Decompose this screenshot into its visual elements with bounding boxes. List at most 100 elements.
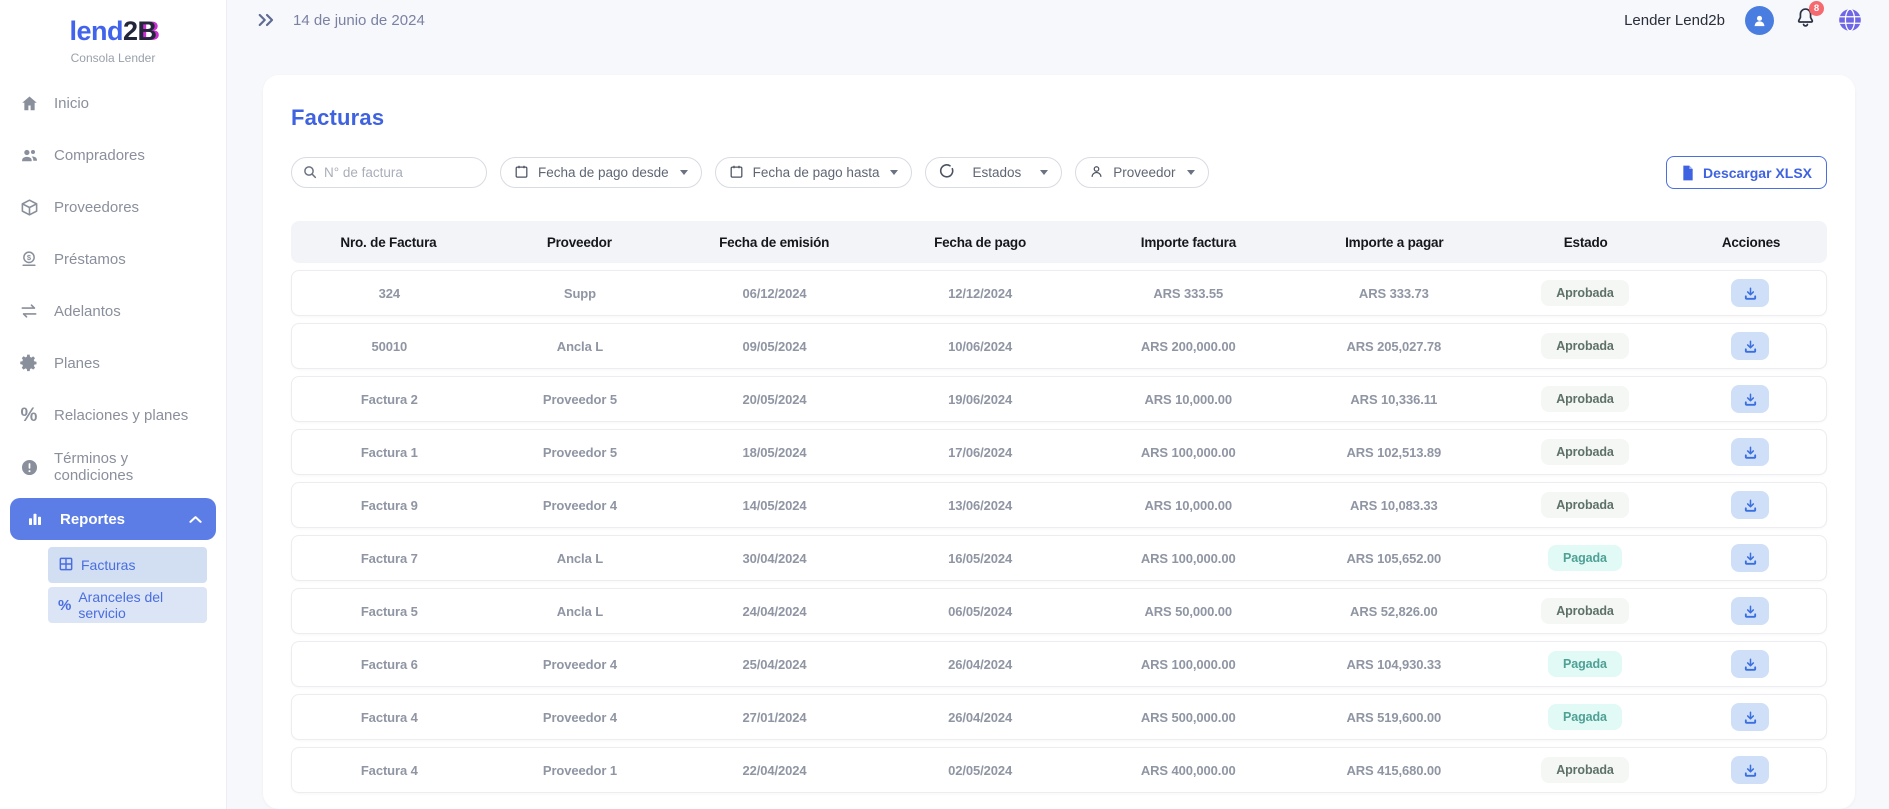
download-row-button[interactable] [1731, 544, 1769, 572]
language-button[interactable] [1837, 7, 1863, 33]
filter-provider[interactable]: Proveedor [1075, 157, 1208, 188]
table-row: Factura 4 Proveedor 4 27/01/2024 26/04/2… [291, 694, 1827, 740]
table-row: Factura 7 Ancla L 30/04/2024 16/05/2024 … [291, 535, 1827, 581]
filter-states[interactable]: Estados [925, 157, 1062, 188]
status-badge: Pagada [1548, 651, 1622, 677]
download-row-button[interactable] [1731, 438, 1769, 466]
page-title: Facturas [291, 105, 1827, 131]
sidebar-item-terminos[interactable]: Términos y condiciones [0, 441, 226, 493]
reportes-submenu: Facturas % Aranceles del servicio [0, 547, 226, 623]
sidebar-item-label: Reportes [60, 511, 125, 528]
cell-payment-date: 16/05/2024 [876, 551, 1085, 566]
submenu-item-aranceles[interactable]: % Aranceles del servicio [48, 587, 207, 623]
download-icon [1743, 498, 1758, 513]
download-row-button[interactable] [1731, 703, 1769, 731]
status-badge: Pagada [1548, 704, 1622, 730]
download-row-button[interactable] [1731, 332, 1769, 360]
user-name: Lender Lend2b [1624, 12, 1725, 29]
col-header: Fecha de emisión [673, 235, 876, 250]
search-input[interactable] [291, 157, 487, 188]
table-row: Factura 1 Proveedor 5 18/05/2024 17/06/2… [291, 429, 1827, 475]
cell-issue-date: 27/01/2024 [673, 710, 876, 725]
home-icon [18, 92, 40, 114]
table-row: Factura 4 Proveedor 1 22/04/2024 02/05/2… [291, 747, 1827, 793]
download-row-button[interactable] [1731, 597, 1769, 625]
cell-payment-date: 17/06/2024 [876, 445, 1085, 460]
cell-invoice-number: Factura 5 [292, 604, 487, 619]
cell-payable-amount: ARS 10,083.33 [1292, 498, 1496, 513]
cell-issue-date: 30/04/2024 [673, 551, 876, 566]
cell-payable-amount: ARS 104,930.33 [1292, 657, 1496, 672]
caret-down-icon [1187, 170, 1195, 175]
table-row: Factura 6 Proveedor 4 25/04/2024 26/04/2… [291, 641, 1827, 687]
cell-issue-date: 06/12/2024 [673, 286, 876, 301]
sidebar-item-compradores[interactable]: Compradores [0, 129, 226, 181]
cell-issue-date: 09/05/2024 [673, 339, 876, 354]
table-row: Factura 2 Proveedor 5 20/05/2024 19/06/2… [291, 376, 1827, 422]
sidebar-item-label: Planes [54, 355, 100, 372]
caret-down-icon [680, 170, 688, 175]
svg-text:$: $ [27, 253, 32, 262]
sidebar-item-planes[interactable]: Planes [0, 337, 226, 389]
download-icon [1743, 710, 1758, 725]
search-icon [302, 164, 318, 185]
cell-payment-date: 26/04/2024 [876, 710, 1085, 725]
gear-icon [18, 352, 40, 374]
sidebar-item-proveedores[interactable]: Proveedores [0, 181, 226, 233]
download-icon [1743, 286, 1758, 301]
person-icon [1089, 164, 1104, 182]
cell-payable-amount: ARS 52,826.00 [1292, 604, 1496, 619]
download-row-button[interactable] [1731, 279, 1769, 307]
caret-down-icon [1040, 170, 1048, 175]
brand-b: B [138, 16, 157, 46]
download-row-button[interactable] [1731, 650, 1769, 678]
sidebar-item-reportes[interactable]: Reportes [10, 498, 216, 540]
cell-invoice-number: Factura 4 [292, 763, 487, 778]
download-row-button[interactable] [1731, 491, 1769, 519]
globe-icon [1837, 7, 1863, 33]
filter-date-from[interactable]: Fecha de pago desde [500, 157, 702, 188]
download-row-button[interactable] [1731, 385, 1769, 413]
download-row-button[interactable] [1731, 756, 1769, 784]
status-circle-icon [939, 163, 955, 182]
sidebar-item-adelantos[interactable]: Adelantos [0, 285, 226, 337]
cell-invoice-amount: ARS 100,000.00 [1084, 657, 1292, 672]
cell-invoice-number: 324 [292, 286, 487, 301]
notification-badge: 8 [1809, 1, 1824, 16]
cell-invoice-number: Factura 6 [292, 657, 487, 672]
cell-invoice-amount: ARS 10,000.00 [1084, 498, 1292, 513]
topbar: 14 de junio de 2024 Lender Lend2b 8 [227, 0, 1889, 40]
status-badge: Aprobada [1541, 280, 1629, 306]
sidebar-item-inicio[interactable]: Inicio [0, 77, 226, 129]
sidebar-item-prestamos[interactable]: $ Préstamos [0, 233, 226, 285]
user-avatar[interactable] [1745, 6, 1774, 35]
download-xlsx-button[interactable]: Descargar XLSX [1666, 156, 1827, 189]
status-badge: Aprobada [1541, 386, 1629, 412]
cell-payable-amount: ARS 102,513.89 [1292, 445, 1496, 460]
col-header: Fecha de pago [876, 235, 1085, 250]
cell-invoice-amount: ARS 400,000.00 [1084, 763, 1292, 778]
sidebar-item-label: Préstamos [54, 251, 126, 268]
swap-arrows-icon [18, 300, 40, 322]
notifications-button[interactable]: 8 [1794, 6, 1817, 34]
table-header-row: Nro. de Factura Proveedor Fecha de emisi… [291, 221, 1827, 263]
download-icon [1743, 392, 1758, 407]
main-column: 14 de junio de 2024 Lender Lend2b 8 Fact… [227, 0, 1889, 809]
submenu-item-facturas[interactable]: Facturas [48, 547, 207, 583]
brand-wordmark: lend2B [0, 18, 226, 45]
current-date: 14 de junio de 2024 [293, 12, 425, 29]
col-header: Estado [1496, 235, 1675, 250]
cell-provider: Supp [487, 286, 674, 301]
sidebar-expand-icon[interactable] [257, 12, 277, 28]
filter-bar: Fecha de pago desde Fecha de pago hasta … [291, 156, 1827, 189]
cell-provider: Proveedor 5 [487, 445, 674, 460]
coin-icon: $ [18, 248, 40, 270]
cell-payable-amount: ARS 415,680.00 [1292, 763, 1496, 778]
cell-invoice-number: Factura 2 [292, 392, 487, 407]
cell-provider: Ancla L [487, 551, 674, 566]
cell-invoice-amount: ARS 100,000.00 [1084, 551, 1292, 566]
filter-date-to[interactable]: Fecha de pago hasta [715, 157, 913, 188]
sidebar-item-relaciones[interactable]: % Relaciones y planes [0, 389, 226, 441]
sidebar-item-label: Compradores [54, 147, 145, 164]
brand-lend: lend [69, 16, 123, 46]
